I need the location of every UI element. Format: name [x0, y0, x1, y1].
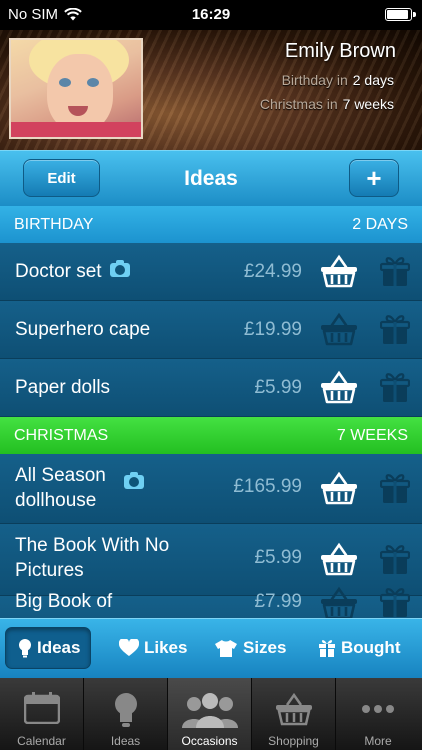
status-time: 16:29	[191, 6, 231, 23]
section-title: BIRTHDAY	[14, 215, 94, 233]
gift-icon[interactable]	[380, 371, 410, 403]
photo-left-eye	[59, 78, 71, 87]
christmas-label: Christmas in	[259, 96, 338, 112]
navigation-bar: Edit Ideas +	[0, 150, 422, 206]
birthday-countdown: Birthday in 2 days	[282, 72, 394, 88]
camera-icon	[123, 471, 144, 489]
item-price: £5.99	[254, 377, 302, 398]
gift-icon[interactable]	[380, 472, 410, 504]
profile-photo[interactable]	[9, 38, 143, 139]
gift-icon	[319, 640, 335, 657]
filter-tab-bought[interactable]: Bought	[318, 627, 400, 669]
basket-icon[interactable]	[319, 542, 359, 576]
add-button[interactable]: +	[349, 159, 399, 197]
lightbulb-icon	[114, 693, 137, 727]
ideas-list[interactable]: BIRTHDAY 2 DAYS Doctor set £24.99 Superh…	[0, 206, 422, 618]
basket-icon[interactable]	[319, 370, 359, 404]
section-countdown: 2 DAYS	[352, 215, 408, 233]
christmas-value: 7 weeks	[342, 96, 394, 112]
item-price: £7.99	[254, 591, 302, 612]
people-icon	[181, 693, 238, 728]
item-name-line2: Pictures	[15, 560, 84, 581]
tab-calendar[interactable]: Calendar	[0, 678, 84, 750]
gift-icon[interactable]	[380, 313, 410, 345]
item-price: £5.99	[254, 547, 302, 568]
basket-icon[interactable]	[319, 586, 359, 618]
gift-icon[interactable]	[380, 543, 410, 575]
photo-right-eye	[87, 78, 99, 87]
item-name: Big Book of	[15, 591, 113, 612]
tab-more[interactable]: More	[336, 678, 420, 750]
filter-tab-likes[interactable]: Likes	[119, 627, 187, 669]
basket-icon[interactable]	[319, 471, 359, 505]
item-name: All Season dollhouse	[15, 463, 144, 513]
tab-label: Shopping	[268, 734, 319, 748]
basket-icon[interactable]	[319, 312, 359, 346]
more-dots-icon	[362, 705, 394, 713]
tshirt-icon	[215, 639, 237, 657]
filter-tab-sizes[interactable]: Sizes	[214, 627, 286, 669]
tab-occasions[interactable]: Occasions	[168, 678, 252, 750]
birthday-value: 2 days	[352, 72, 394, 88]
filter-tab-label: Likes	[144, 638, 188, 657]
calendar-icon	[23, 692, 60, 724]
battery-icon	[385, 8, 416, 21]
item-name-line1: The Book With No	[15, 535, 170, 556]
tab-label: Calendar	[17, 734, 66, 748]
filter-tab-label: Bought	[341, 638, 401, 657]
section-title: CHRISTMAS	[14, 426, 109, 444]
list-item[interactable]: All Season dollhouse £165.99	[0, 454, 422, 524]
camera-icon	[109, 259, 130, 277]
list-item[interactable]: Superhero cape £19.99	[0, 301, 422, 359]
item-name: Doctor set	[15, 259, 130, 284]
item-name: Paper dolls	[15, 377, 111, 398]
list-item[interactable]: Doctor set £24.99	[0, 243, 422, 301]
lightbulb-icon	[19, 639, 31, 658]
basket-icon	[275, 692, 312, 726]
item-name: Superhero cape	[15, 319, 151, 340]
item-price: £165.99	[233, 476, 302, 497]
tab-label: Ideas	[110, 734, 141, 748]
section-header-birthday: BIRTHDAY 2 DAYS	[0, 206, 422, 243]
tab-label: Occasions	[181, 734, 238, 748]
photo-face	[47, 54, 113, 132]
list-item[interactable]: Big Book of £7.99	[0, 586, 422, 618]
tab-label: More	[364, 734, 392, 748]
filter-tab-label: Ideas	[37, 638, 81, 657]
tab-ideas[interactable]: Ideas	[84, 678, 168, 750]
item-name-text: Doctor set	[15, 261, 102, 282]
filter-tab-bar: Ideas Likes Sizes Bought	[0, 618, 422, 678]
item-name: The Book With No Pictures	[15, 533, 169, 583]
filter-tab-ideas[interactable]: Ideas	[5, 627, 92, 669]
item-name-line1: All Season	[15, 465, 106, 486]
basket-icon[interactable]	[319, 254, 359, 288]
item-price: £24.99	[243, 261, 302, 282]
list-item[interactable]: Paper dolls £5.99	[0, 359, 422, 417]
item-price: £19.99	[243, 319, 302, 340]
heart-icon	[119, 639, 139, 656]
profile-header: Emily Brown Birthday in 2 days Christmas …	[0, 30, 422, 150]
bottom-tab-bar: Calendar Ideas Occasions Shopping More	[0, 678, 422, 750]
person-name: Emily Brown	[284, 40, 396, 62]
section-header-christmas: CHRISTMAS 7 WEEKS	[0, 417, 422, 454]
item-name-line2: dollhouse	[15, 490, 97, 511]
battery-fill	[387, 10, 408, 19]
filter-tab-label: Sizes	[243, 638, 287, 657]
gift-icon[interactable]	[380, 255, 410, 287]
christmas-countdown: Christmas in 7 weeks	[260, 96, 394, 112]
birthday-label: Birthday in	[281, 72, 348, 88]
section-countdown: 7 WEEKS	[336, 426, 408, 444]
photo-shirt	[11, 122, 141, 137]
status-bar: No SIM 16:29	[0, 0, 422, 30]
gift-icon[interactable]	[380, 586, 410, 618]
tab-shopping[interactable]: Shopping	[252, 678, 336, 750]
